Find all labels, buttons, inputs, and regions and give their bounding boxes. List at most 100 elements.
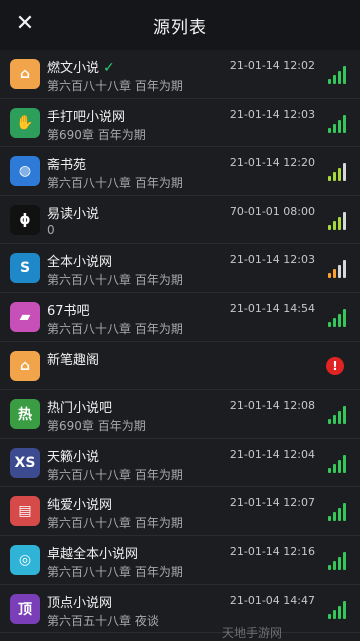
close-icon[interactable]: ✕ (14, 13, 36, 35)
ding-char-icon: 顶 (10, 593, 40, 624)
latest-chapter: 0 (47, 222, 55, 237)
watermark: 天地手游网 (221, 626, 282, 640)
update-time: 21-01-14 12:16 (229, 544, 315, 558)
update-time: 21-01-14 12:03 (229, 253, 315, 267)
list-item[interactable]: ◍ 斋书苑 第六百八十八章 百年为期 21-01-14 12:20 (0, 147, 360, 196)
source-name: 纯爱小说网 (47, 494, 112, 513)
signal-bar (338, 71, 341, 84)
list-item[interactable]: 热热门小说吧 第690章 百年为期 21-01-14 12:08 (0, 390, 360, 439)
list-item[interactable]: S 全本小说网 第六百八十八章 百年为期 21-01-14 12:03 (0, 244, 360, 293)
source-name-text: 热门小说吧 (47, 401, 113, 417)
latest-chapter: 第六百八十八章 百年为期 (47, 273, 183, 288)
signal-bar (333, 317, 336, 327)
list-item[interactable]: ⌂ 新笔趣阁! (0, 342, 360, 391)
source-name: 卓越全本小说网 (47, 543, 138, 562)
signal-strength-icon (328, 113, 346, 133)
source-name: 新笔趣阁 (47, 349, 99, 368)
source-name-text: 67书吧 (47, 303, 90, 319)
latest-chapter: 第六百八十八章 百年为期 (47, 176, 183, 191)
source-name-text: 顶点小说网 (47, 595, 113, 611)
latest-chapter: 第六百八十八章 百年为期 (47, 564, 183, 579)
source-name: 67书吧 (47, 300, 90, 319)
signal-bar (333, 123, 336, 133)
signal-bar (343, 308, 346, 327)
source-name-text: 天籁小说 (47, 449, 100, 465)
signal-bar (328, 79, 331, 84)
signal-bar (328, 127, 331, 133)
update-time: 21-01-14 12:08 (229, 399, 315, 413)
list-item[interactable]: ϕ 易读小说 0 70-01-01 08:00 (0, 196, 360, 245)
signal-bar (338, 459, 341, 473)
signal-bar (343, 163, 346, 182)
signal-bar (338, 508, 341, 522)
signal-bar (328, 467, 331, 473)
source-name-text: 卓越全本小说网 (47, 546, 139, 562)
list-item[interactable]: XS 天籁小说 第六百八十八章 百年为期 21-01-14 12:04 (0, 439, 360, 488)
list-item[interactable]: ▤ 纯爱小说网第六百八十八章 百年为期 21-01-14 12:07 (0, 487, 360, 536)
signal-bar (328, 224, 331, 230)
signal-strength-icon (328, 453, 346, 473)
signal-bar (338, 411, 341, 425)
source-name-text: 手打吧小说网 (47, 109, 126, 125)
signal-bar (343, 260, 346, 279)
signal-bar (333, 220, 336, 230)
signal-bar (333, 172, 336, 182)
signal-bar (328, 564, 331, 570)
update-time: 21-01-14 12:07 (229, 496, 315, 510)
open-book-icon: ▤ (10, 496, 40, 527)
signal-bar (333, 269, 336, 279)
signal-strength-icon (328, 161, 346, 182)
latest-chapter: 第六百八十八章 百年为期 (47, 79, 183, 93)
list-item[interactable]: ✋ 手打吧小说网第690章 百年为期 21-01-14 12:03 (0, 99, 360, 148)
source-name: 天籁小说 (47, 446, 99, 465)
signal-strength-icon (328, 210, 346, 230)
error-icon: ! (326, 356, 344, 375)
update-time: 21-01-14 12:03 (229, 107, 315, 121)
signal-bar (338, 119, 341, 133)
xs-ring-icon: XS (10, 447, 40, 478)
signal-bar (328, 613, 331, 619)
signal-strength-icon (328, 307, 346, 327)
list-item[interactable]: 顶顶点小说网 第六百五十八章 夜谈 21-01-04 14:47 (0, 585, 360, 634)
ring-icon: ◎ (10, 544, 40, 575)
page-title: 源列表 (153, 17, 207, 38)
signal-bar (328, 176, 331, 182)
signal-bar (333, 560, 336, 570)
update-time: 21-01-14 12:02 (229, 59, 315, 72)
runner-icon: ✋ (10, 107, 40, 138)
source-name: 斋书苑 (47, 154, 86, 173)
source-name: 手打吧小说网 (47, 106, 125, 125)
update-time: 21-01-04 14:47 (229, 593, 315, 607)
latest-chapter: 第六百八十八章 百年为期 (47, 467, 183, 482)
signal-bar (343, 406, 346, 425)
signal-bar (338, 168, 341, 182)
house-book-icon: ⌂ (10, 59, 40, 89)
signal-bar (343, 66, 346, 84)
colorful-book-icon: ▰ (10, 301, 40, 332)
list-item[interactable]: ⌂ 燃文小说 ✓ 第六百八十八章 百年为期 21-01-14 12:02 (0, 50, 360, 99)
signal-strength-icon (328, 258, 346, 279)
latest-chapter: 第六百八十八章 百年为期 (47, 516, 183, 531)
signal-bar (333, 609, 336, 619)
source-name-text: 易读小说 (47, 206, 100, 222)
signal-bar (338, 216, 341, 230)
source-name: 易读小说 (47, 203, 99, 222)
signal-bar (338, 265, 341, 279)
signal-bar (333, 512, 336, 522)
signal-strength-icon (328, 599, 346, 619)
signal-bar (338, 605, 341, 619)
signal-strength-icon (328, 550, 346, 570)
latest-chapter: 第690章 百年为期 (47, 127, 146, 142)
latest-chapter: 第690章 百年为期 (47, 419, 146, 434)
signal-bar (343, 454, 346, 473)
source-name: 热门小说吧 (47, 397, 112, 416)
signal-bar (343, 600, 346, 619)
list-item[interactable]: ▰ 67书吧 第六百八十八章 百年为期 21-01-14 14:54 (0, 293, 360, 342)
signal-bar (343, 551, 346, 570)
update-time: 21-01-14 14:54 (229, 301, 315, 315)
list-item[interactable]: ◎ 卓越全本小说网第六百八十八章 百年为期 21-01-14 12:16 (0, 536, 360, 585)
signal-strength-icon (328, 404, 346, 425)
signal-bar (338, 556, 341, 570)
source-name: 顶点小说网 (47, 592, 112, 611)
update-time: 70-01-01 08:00 (229, 204, 315, 218)
